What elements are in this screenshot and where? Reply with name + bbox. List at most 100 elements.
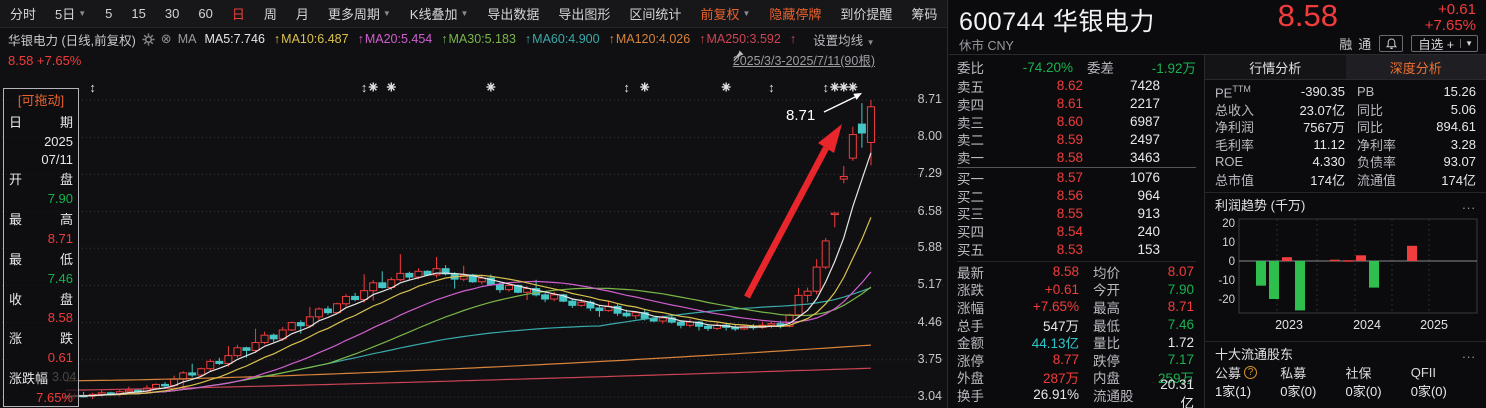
ask-price[interactable]: 8.59: [997, 132, 1083, 147]
financials-table: PETTM-390.35PB15.26总收入23.07亿同比5.06净利润756…: [1205, 80, 1486, 188]
bid-level-row[interactable]: 买四8.54240: [957, 222, 1196, 240]
ask-level-row[interactable]: 卖三8.606987: [957, 113, 1196, 131]
financial-value: 174亿: [1413, 170, 1476, 189]
stock-name: 华银电力: [1053, 8, 1155, 36]
ma-values: MA5:7.746↑MA10:6.487↑MA20:5.454↑MA30:5.1…: [204, 32, 805, 46]
bid-level-row[interactable]: 买一8.571076: [957, 169, 1196, 187]
ask-price[interactable]: 8.61: [997, 96, 1083, 111]
market-status: 休市 CNY: [959, 35, 1014, 54]
bid-level-row[interactable]: 买五8.53153: [957, 240, 1196, 258]
financial-value: -390.35: [1267, 84, 1345, 99]
axis-label-6.58: 6.58: [900, 204, 942, 218]
pin-icon: [733, 50, 744, 62]
add-watchlist-button[interactable]: 自选 +▼: [1411, 35, 1478, 52]
bid-level-row[interactable]: 买三8.55913: [957, 205, 1196, 223]
tab-行情分析[interactable]: 行情分析: [1205, 55, 1346, 79]
toolbar-item-前复权[interactable]: 前复权▼: [700, 4, 750, 23]
ask-volume: 3463: [1083, 150, 1196, 165]
toolbar-item-15[interactable]: 15: [131, 6, 145, 21]
order-book-panel: 委比 -74.20% 委差 -1.92万 卖五8.627428卖四8.61221…: [949, 55, 1205, 408]
financial-row: 总收入23.07亿同比5.06: [1215, 101, 1476, 119]
candlestick-chart-area[interactable]: ↕↕↕↕↕8.71 8.58 +7.65% 2025/3/3-2025/7/11…: [0, 50, 948, 408]
toolbar-item-更多周期[interactable]: 更多周期▼: [328, 4, 391, 23]
close-indicator-icon[interactable]: ⊗: [161, 31, 172, 47]
bid-price[interactable]: 8.57: [997, 170, 1083, 185]
toolbar-item-月[interactable]: 月: [296, 4, 309, 23]
holder-count: 1家(1): [1215, 381, 1280, 398]
stock-code: 600744: [959, 8, 1045, 36]
holders-more-menu[interactable]: ...: [1462, 346, 1476, 361]
quote-pane: 600744 华银电力 休市 CNY 8.58 +0.61 +7.65% 融通 …: [949, 0, 1486, 408]
ask-volume: 6987: [1083, 114, 1196, 129]
watchlist-dropdown[interactable]: ▼: [1460, 39, 1477, 48]
financial-value: 7567万: [1267, 117, 1345, 136]
toolbar-item-日[interactable]: 日: [232, 4, 245, 23]
toolbar-item-区间统计[interactable]: 区间统计: [629, 4, 681, 23]
ask-price[interactable]: 8.58: [997, 150, 1083, 165]
stat-value: 8.07: [1147, 264, 1196, 279]
ask-level-row[interactable]: 卖五8.627428: [957, 77, 1196, 95]
financial-label: 负债率: [1357, 152, 1413, 171]
stat-row: 涨跌+0.61今开7.90: [957, 281, 1196, 299]
bid-volume: 913: [1083, 206, 1196, 221]
alert-bell-button[interactable]: [1379, 35, 1403, 52]
bid-price[interactable]: 8.55: [997, 206, 1083, 221]
holder-type-label: 私募: [1280, 364, 1345, 381]
toolbar-item-30[interactable]: 30: [165, 6, 179, 21]
ask-level-row[interactable]: 卖二8.592497: [957, 130, 1196, 148]
indicator-settings-gear-icon[interactable]: [142, 33, 155, 46]
holder-count: 0家(0): [1280, 381, 1345, 398]
toolbar-item-分时[interactable]: 分时: [10, 4, 36, 23]
ma-value-MA5: MA5:7.746: [204, 32, 264, 46]
chart-toolbar: 分时 5日▼ 5 15 30 60 日周月更多周期▼ K线叠加▼ 导出数据导出图形区间统计前复权…: [0, 0, 947, 28]
profit-more-menu[interactable]: ...: [1462, 197, 1476, 212]
svg-text:0: 0: [1229, 256, 1235, 268]
badge-融[interactable]: 融: [1339, 34, 1352, 53]
stat-value: 1.72: [1147, 335, 1196, 350]
tab-深度分析[interactable]: 深度分析: [1346, 55, 1486, 79]
svg-text:↕: ↕: [89, 80, 96, 95]
help-icon[interactable]: ?: [1244, 366, 1257, 379]
holder-col-公募: 公募?1家(1): [1215, 364, 1280, 398]
toolbar-item-隐藏停牌[interactable]: 隐藏停牌: [769, 4, 821, 23]
ma-group-label: MA: [178, 32, 197, 46]
holders-grid: 公募?1家(1)私募0家(0)社保0家(0)QFII0家(0): [1205, 364, 1486, 398]
info-row-value: 07/11: [9, 152, 73, 167]
bid-level-row[interactable]: 买二8.56964: [957, 187, 1196, 205]
ask-price[interactable]: 8.60: [997, 114, 1083, 129]
holder-type-label: 社保: [1346, 364, 1411, 381]
stat-value: 8.71: [1147, 299, 1196, 314]
toolbar-item-5[interactable]: 5: [105, 6, 112, 21]
ma-settings-button[interactable]: 设置均线 ▼: [813, 30, 874, 49]
stock-title: 600744 华银电力: [959, 2, 1155, 38]
badge-通[interactable]: 通: [1358, 34, 1371, 53]
svg-text:-20: -20: [1218, 294, 1235, 306]
quote-tools: 融通 自选 +▼: [1339, 34, 1478, 53]
ask-level-row[interactable]: 卖四8.612217: [957, 95, 1196, 113]
ask-volume: 2217: [1083, 96, 1196, 111]
toolbar-item-60[interactable]: 60: [198, 6, 212, 21]
financial-label: 总市值: [1215, 170, 1267, 189]
info-row-label: 收盘: [9, 289, 73, 308]
draggable-ohlc-info-box[interactable]: [可拖动]日期202507/11开盘7.90最高8.71最低7.46收盘8.58…: [3, 88, 79, 407]
toolbar-item-筹码[interactable]: 筹码: [911, 4, 937, 23]
ma-value-MA120: ↑MA120:4.026: [609, 32, 691, 46]
date-range-link[interactable]: 2025/3/3-2025/7/11(90根): [733, 50, 875, 69]
analysis-panel: 行情分析深度分析 PETTM-390.35PB15.26总收入23.07亿同比5…: [1205, 55, 1486, 408]
toolbar-item-K线叠加[interactable]: K线叠加▼: [410, 4, 469, 23]
bid-price[interactable]: 8.54: [997, 224, 1083, 239]
weibi-value: -74.20%: [997, 60, 1073, 75]
quote-header: 600744 华银电力 休市 CNY 8.58 +0.61 +7.65% 融通 …: [949, 0, 1486, 55]
toolbar-item-到价提醒[interactable]: 到价提醒: [840, 4, 892, 23]
toolbar-item-周[interactable]: 周: [264, 4, 277, 23]
toolbar-item-5日[interactable]: 5日▼: [55, 4, 86, 23]
stat-value: +7.65%: [997, 299, 1079, 314]
bid-price[interactable]: 8.56: [997, 188, 1083, 203]
ask-level-row[interactable]: 卖一8.583463: [957, 148, 1196, 166]
toolbar-item-导出图形[interactable]: 导出图形: [558, 4, 610, 23]
ask-price[interactable]: 8.62: [997, 78, 1083, 93]
toolbar-item-导出数据[interactable]: 导出数据: [487, 4, 539, 23]
bid-level-label: 买五: [957, 239, 997, 259]
weibi-row: 委比 -74.20% 委差 -1.92万: [957, 57, 1196, 77]
bid-price[interactable]: 8.53: [997, 242, 1083, 257]
